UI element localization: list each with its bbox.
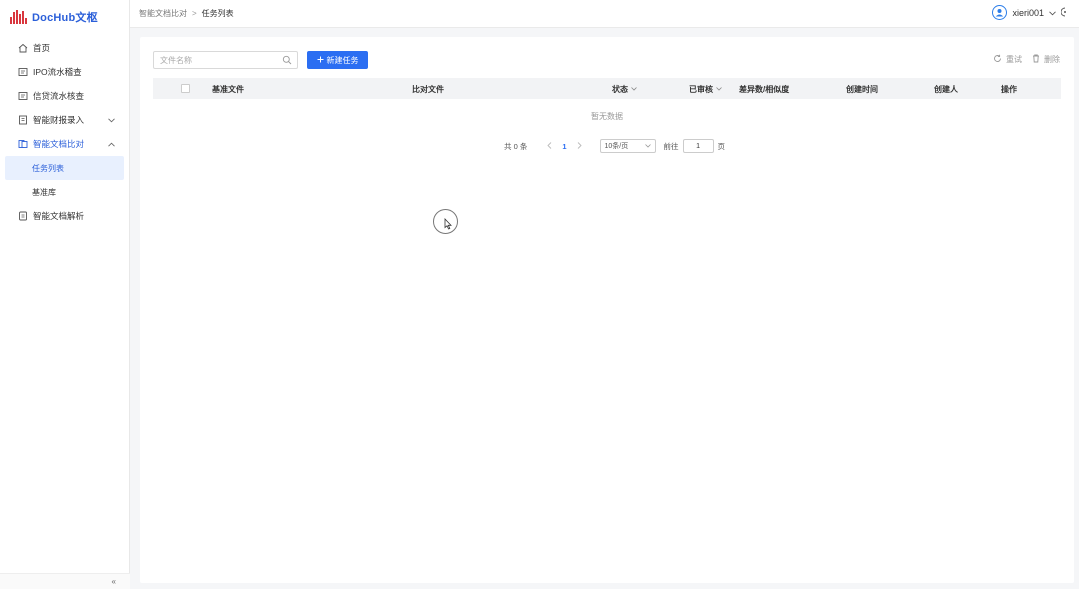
chevron-up-icon <box>108 140 115 149</box>
column-header-label: 创建人 <box>934 85 958 94</box>
ledger-icon <box>18 91 28 101</box>
table-header: 基准文件 比对文件 状态 已审核 差异数/相似度 创建时间 创建人 操作 <box>153 78 1061 99</box>
search-icon[interactable] <box>282 55 292 67</box>
column-header-label: 创建时间 <box>846 85 878 94</box>
next-page-button[interactable] <box>577 141 582 151</box>
username: xieri001 <box>1012 7 1044 18</box>
column-header-baseline-file: 基准文件 <box>212 84 244 95</box>
column-header-label: 状态 <box>612 85 628 94</box>
new-task-label: 新建任务 <box>326 55 359 65</box>
column-header-created-time: 创建时间 <box>846 84 878 95</box>
page-size-value: 10条/页 <box>604 143 629 150</box>
column-header-compare-file: 比对文件 <box>412 84 444 95</box>
help-icon[interactable] <box>1060 7 1069 19</box>
sidebar-item-label: 首页 <box>33 43 51 53</box>
breadcrumb: 智能文档比对 > 任务列表 <box>139 8 234 19</box>
sidebar-subitem-label: 任务列表 <box>32 163 64 173</box>
search-input[interactable] <box>160 55 278 65</box>
column-header-status[interactable]: 状态 <box>612 84 637 95</box>
column-header-label: 差异数/相似度 <box>739 85 790 94</box>
chevron-down-icon <box>716 86 722 93</box>
column-header-label: 已审核 <box>689 85 713 94</box>
sidebar-menu: 首页 IPO流水稽查 信贷流水核查 智能财报录入 智能文档比对 任务列表 基准库… <box>0 36 129 228</box>
sidebar: DocHub文枢 首页 IPO流水稽查 信贷流水核查 智能财报录入 智能文档比对… <box>0 0 130 589</box>
sidebar-item-doc-compare[interactable]: 智能文档比对 <box>0 132 129 156</box>
delete-label: 删除 <box>1044 55 1060 64</box>
app-logo[interactable]: DocHub文枢 <box>0 0 129 34</box>
breadcrumb-parent[interactable]: 智能文档比对 <box>139 8 187 19</box>
column-header-label: 操作 <box>1001 85 1017 94</box>
column-header-diff-similarity: 差异数/相似度 <box>739 84 789 95</box>
bulk-actions: 重试 删除 <box>993 54 1060 65</box>
delete-button[interactable]: 删除 <box>1032 54 1060 65</box>
sidebar-item-label: 信贷流水核查 <box>33 91 85 101</box>
sidebar-item-label: 智能财报录入 <box>33 115 85 125</box>
column-header-label: 比对文件 <box>412 85 444 94</box>
plus-icon <box>317 56 324 65</box>
column-header-creator: 创建人 <box>934 84 958 95</box>
chevron-down-icon <box>631 86 637 93</box>
column-header-label: 基准文件 <box>212 85 244 94</box>
sidebar-item-home[interactable]: 首页 <box>0 36 129 60</box>
double-chevron-left-icon: « <box>111 577 116 586</box>
sidebar-item-doc-parse[interactable]: 智能文档解析 <box>0 204 129 228</box>
sidebar-item-label: 智能文档比对 <box>33 139 85 149</box>
sidebar-collapse-button[interactable]: « <box>0 573 130 589</box>
search-box <box>153 51 298 69</box>
logo-text: DocHub文枢 <box>32 12 98 24</box>
prev-page-button[interactable] <box>547 141 552 151</box>
parse-icon <box>18 211 28 221</box>
ledger-icon <box>18 67 28 77</box>
column-header-reviewed[interactable]: 已审核 <box>689 84 722 95</box>
sidebar-item-ipo-audit[interactable]: IPO流水稽查 <box>0 60 129 84</box>
mouse-pointer-icon <box>444 218 452 232</box>
sidebar-item-financial-entry[interactable]: 智能财报录入 <box>0 108 129 132</box>
avatar <box>992 5 1008 20</box>
page-number[interactable]: 1 <box>562 142 566 151</box>
column-header-actions: 操作 <box>1001 84 1017 95</box>
new-task-button[interactable]: 新建任务 <box>307 51 368 69</box>
refresh-icon <box>993 54 1002 65</box>
select-all-checkbox[interactable] <box>181 84 190 93</box>
goto-page-input[interactable] <box>682 139 714 153</box>
user-menu[interactable]: xieri001 <box>992 5 1069 20</box>
home-icon <box>18 43 28 53</box>
empty-state-text: 暂无数据 <box>591 112 623 121</box>
retry-button[interactable]: 重试 <box>993 54 1022 65</box>
retry-label: 重试 <box>1006 55 1022 64</box>
report-icon <box>18 115 28 125</box>
pagination: 共 0 条 1 10条/页 前往 页 <box>504 139 725 153</box>
breadcrumb-separator: > <box>192 9 197 18</box>
goto-suffix: 页 <box>717 141 726 151</box>
goto-page: 前往 页 <box>663 139 726 153</box>
sidebar-item-credit-check[interactable]: 信贷流水核查 <box>0 84 129 108</box>
sidebar-subitem-task-list[interactable]: 任务列表 <box>5 156 124 180</box>
chevron-down-icon <box>1049 8 1056 18</box>
breadcrumb-current: 任务列表 <box>201 9 234 18</box>
page-size-select[interactable]: 10条/页 <box>599 139 656 153</box>
sidebar-subitem-label: 基准库 <box>32 187 56 197</box>
logo-mark-icon <box>10 10 27 24</box>
sidebar-item-label: IPO流水稽查 <box>33 67 82 77</box>
sidebar-item-label: 智能文档解析 <box>33 211 85 221</box>
total-count: 共 0 条 <box>504 141 528 151</box>
task-list-card: 新建任务 重试 删除 基准文件 比对文件 状态 <box>140 37 1074 583</box>
chevron-down-icon <box>108 116 115 125</box>
sidebar-subitem-baseline-library[interactable]: 基准库 <box>5 180 124 204</box>
trash-icon <box>1032 54 1040 65</box>
top-header: 智能文档比对 > 任务列表 xieri001 <box>130 0 1079 28</box>
compare-icon <box>18 139 28 149</box>
chevron-down-icon <box>644 143 651 150</box>
goto-prefix: 前往 <box>663 141 679 151</box>
